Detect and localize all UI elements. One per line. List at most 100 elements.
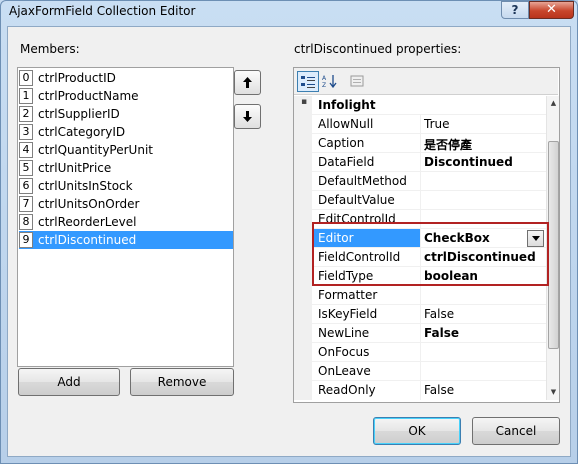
member-name: ctrlUnitsInStock: [38, 179, 133, 193]
member-item[interactable]: 3 ctrlCategoryID: [19, 123, 233, 141]
close-button[interactable]: ✕: [529, 1, 574, 19]
property-value[interactable]: True: [424, 117, 450, 131]
alphabetical-button[interactable]: A Z: [319, 71, 341, 92]
member-item[interactable]: 1 ctrlProductName: [19, 87, 233, 105]
property-pages-button[interactable]: [346, 71, 368, 92]
row-gutter: [294, 305, 312, 324]
member-index: 3: [19, 124, 33, 140]
property-row[interactable]: AllowNull True: [294, 115, 546, 134]
row-gutter: [294, 191, 312, 210]
property-value[interactable]: False: [424, 307, 454, 321]
members-label: Members:: [20, 42, 80, 56]
svg-text:A: A: [322, 75, 327, 82]
row-gutter: [294, 343, 312, 362]
member-item[interactable]: 0 ctrlProductID: [19, 69, 233, 87]
properties-label: ctrlDiscontinued properties:: [294, 42, 462, 56]
property-name: DefaultValue: [318, 193, 395, 207]
column-divider: [420, 115, 421, 134]
column-divider: [420, 153, 421, 172]
row-gutter: [294, 324, 312, 343]
property-row[interactable]: IsKeyField False: [294, 305, 546, 324]
column-divider: [420, 381, 421, 400]
row-gutter: [294, 229, 312, 248]
category-row[interactable]: ▪ Infolight: [294, 96, 546, 115]
member-item[interactable]: 8 ctrlReorderLevel: [19, 213, 233, 231]
alphabetical-icon: A Z: [322, 75, 337, 89]
member-item[interactable]: 7 ctrlUnitsOnOrder: [19, 195, 233, 213]
row-gutter: [294, 172, 312, 191]
member-index: 0: [19, 70, 33, 86]
collapse-icon[interactable]: ▪: [301, 97, 307, 107]
members-list[interactable]: 0 ctrlProductID 1 ctrlProductName 2 ctrlSup…: [17, 67, 234, 367]
row-gutter: [294, 362, 312, 381]
property-value[interactable]: 是否停產: [424, 136, 472, 153]
scroll-up-icon[interactable]: ▲: [548, 97, 559, 110]
row-gutter: [294, 153, 312, 172]
member-index: 1: [19, 88, 33, 104]
window-title: AjaxFormField Collection Editor: [9, 4, 196, 18]
property-name: IsKeyField: [318, 307, 378, 321]
member-index: 8: [19, 214, 33, 230]
member-item[interactable]: 2 ctrlSupplierID: [19, 105, 233, 123]
move-down-button[interactable]: [234, 104, 261, 129]
property-name: Formatter: [318, 288, 378, 302]
member-item-selected[interactable]: 9 ctrlDiscontinued: [19, 231, 233, 249]
column-divider: [420, 343, 421, 362]
member-name: ctrlSupplierID: [38, 107, 120, 121]
property-name: OnFocus: [318, 345, 370, 359]
member-item[interactable]: 4 ctrlQuantityPerUnit: [19, 141, 233, 159]
column-divider: [420, 362, 421, 381]
member-name: ctrlUnitsOnOrder: [38, 197, 140, 211]
scroll-down-icon[interactable]: ▼: [548, 386, 559, 399]
property-row[interactable]: ReadOnly False: [294, 381, 546, 400]
property-row[interactable]: Formatter: [294, 286, 546, 305]
property-row[interactable]: DefaultValue: [294, 191, 546, 210]
member-name: ctrlQuantityPerUnit: [38, 143, 153, 157]
column-divider: [420, 286, 421, 305]
property-row[interactable]: OnLeave: [294, 362, 546, 381]
property-value[interactable]: Discontinued: [424, 155, 513, 169]
move-up-button[interactable]: [234, 70, 261, 95]
member-index: 2: [19, 106, 33, 122]
property-value[interactable]: False: [424, 383, 454, 397]
row-gutter: [294, 248, 312, 267]
property-row[interactable]: DataField Discontinued: [294, 153, 546, 172]
column-divider: [420, 134, 421, 153]
member-name: ctrlProductID: [38, 71, 116, 85]
help-button[interactable]: ?: [501, 1, 529, 19]
categorized-button[interactable]: [297, 71, 319, 92]
scroll-thumb[interactable]: [548, 141, 559, 349]
member-name: ctrlProductName: [38, 89, 139, 103]
remove-button[interactable]: Remove: [130, 368, 234, 396]
member-name: ctrlCategoryID: [38, 125, 126, 139]
row-gutter: [294, 381, 312, 400]
row-gutter: [294, 210, 312, 229]
row-gutter: [294, 267, 312, 286]
property-name: NewLine: [318, 326, 370, 340]
property-name: ReadOnly: [318, 383, 376, 397]
property-name: DefaultMethod: [318, 174, 407, 188]
property-name: DataField: [318, 155, 375, 169]
arrow-up-icon: [243, 77, 252, 88]
property-name: Caption: [318, 136, 365, 150]
column-divider: [420, 172, 421, 191]
property-row[interactable]: OnFocus: [294, 343, 546, 362]
property-row[interactable]: DefaultMethod: [294, 172, 546, 191]
member-index: 4: [19, 142, 33, 158]
member-name: ctrlReorderLevel: [38, 215, 137, 229]
member-item[interactable]: 6 ctrlUnitsInStock: [19, 177, 233, 195]
property-value[interactable]: False: [424, 326, 459, 340]
property-row[interactable]: NewLine False: [294, 324, 546, 343]
property-name: AllowNull: [318, 117, 374, 131]
ok-button[interactable]: OK: [373, 417, 461, 445]
member-name: ctrlUnitPrice: [38, 161, 112, 175]
member-index: 9: [19, 232, 33, 248]
add-button[interactable]: Add: [18, 368, 120, 396]
cancel-button[interactable]: Cancel: [472, 417, 560, 445]
property-row[interactable]: Caption 是否停產: [294, 134, 546, 153]
member-index: 6: [19, 178, 33, 194]
member-item[interactable]: 5 ctrlUnitPrice: [19, 159, 233, 177]
property-name: OnLeave: [318, 364, 371, 378]
categorized-icon: [301, 76, 315, 88]
property-grid-toolbar: A Z: [294, 68, 558, 95]
